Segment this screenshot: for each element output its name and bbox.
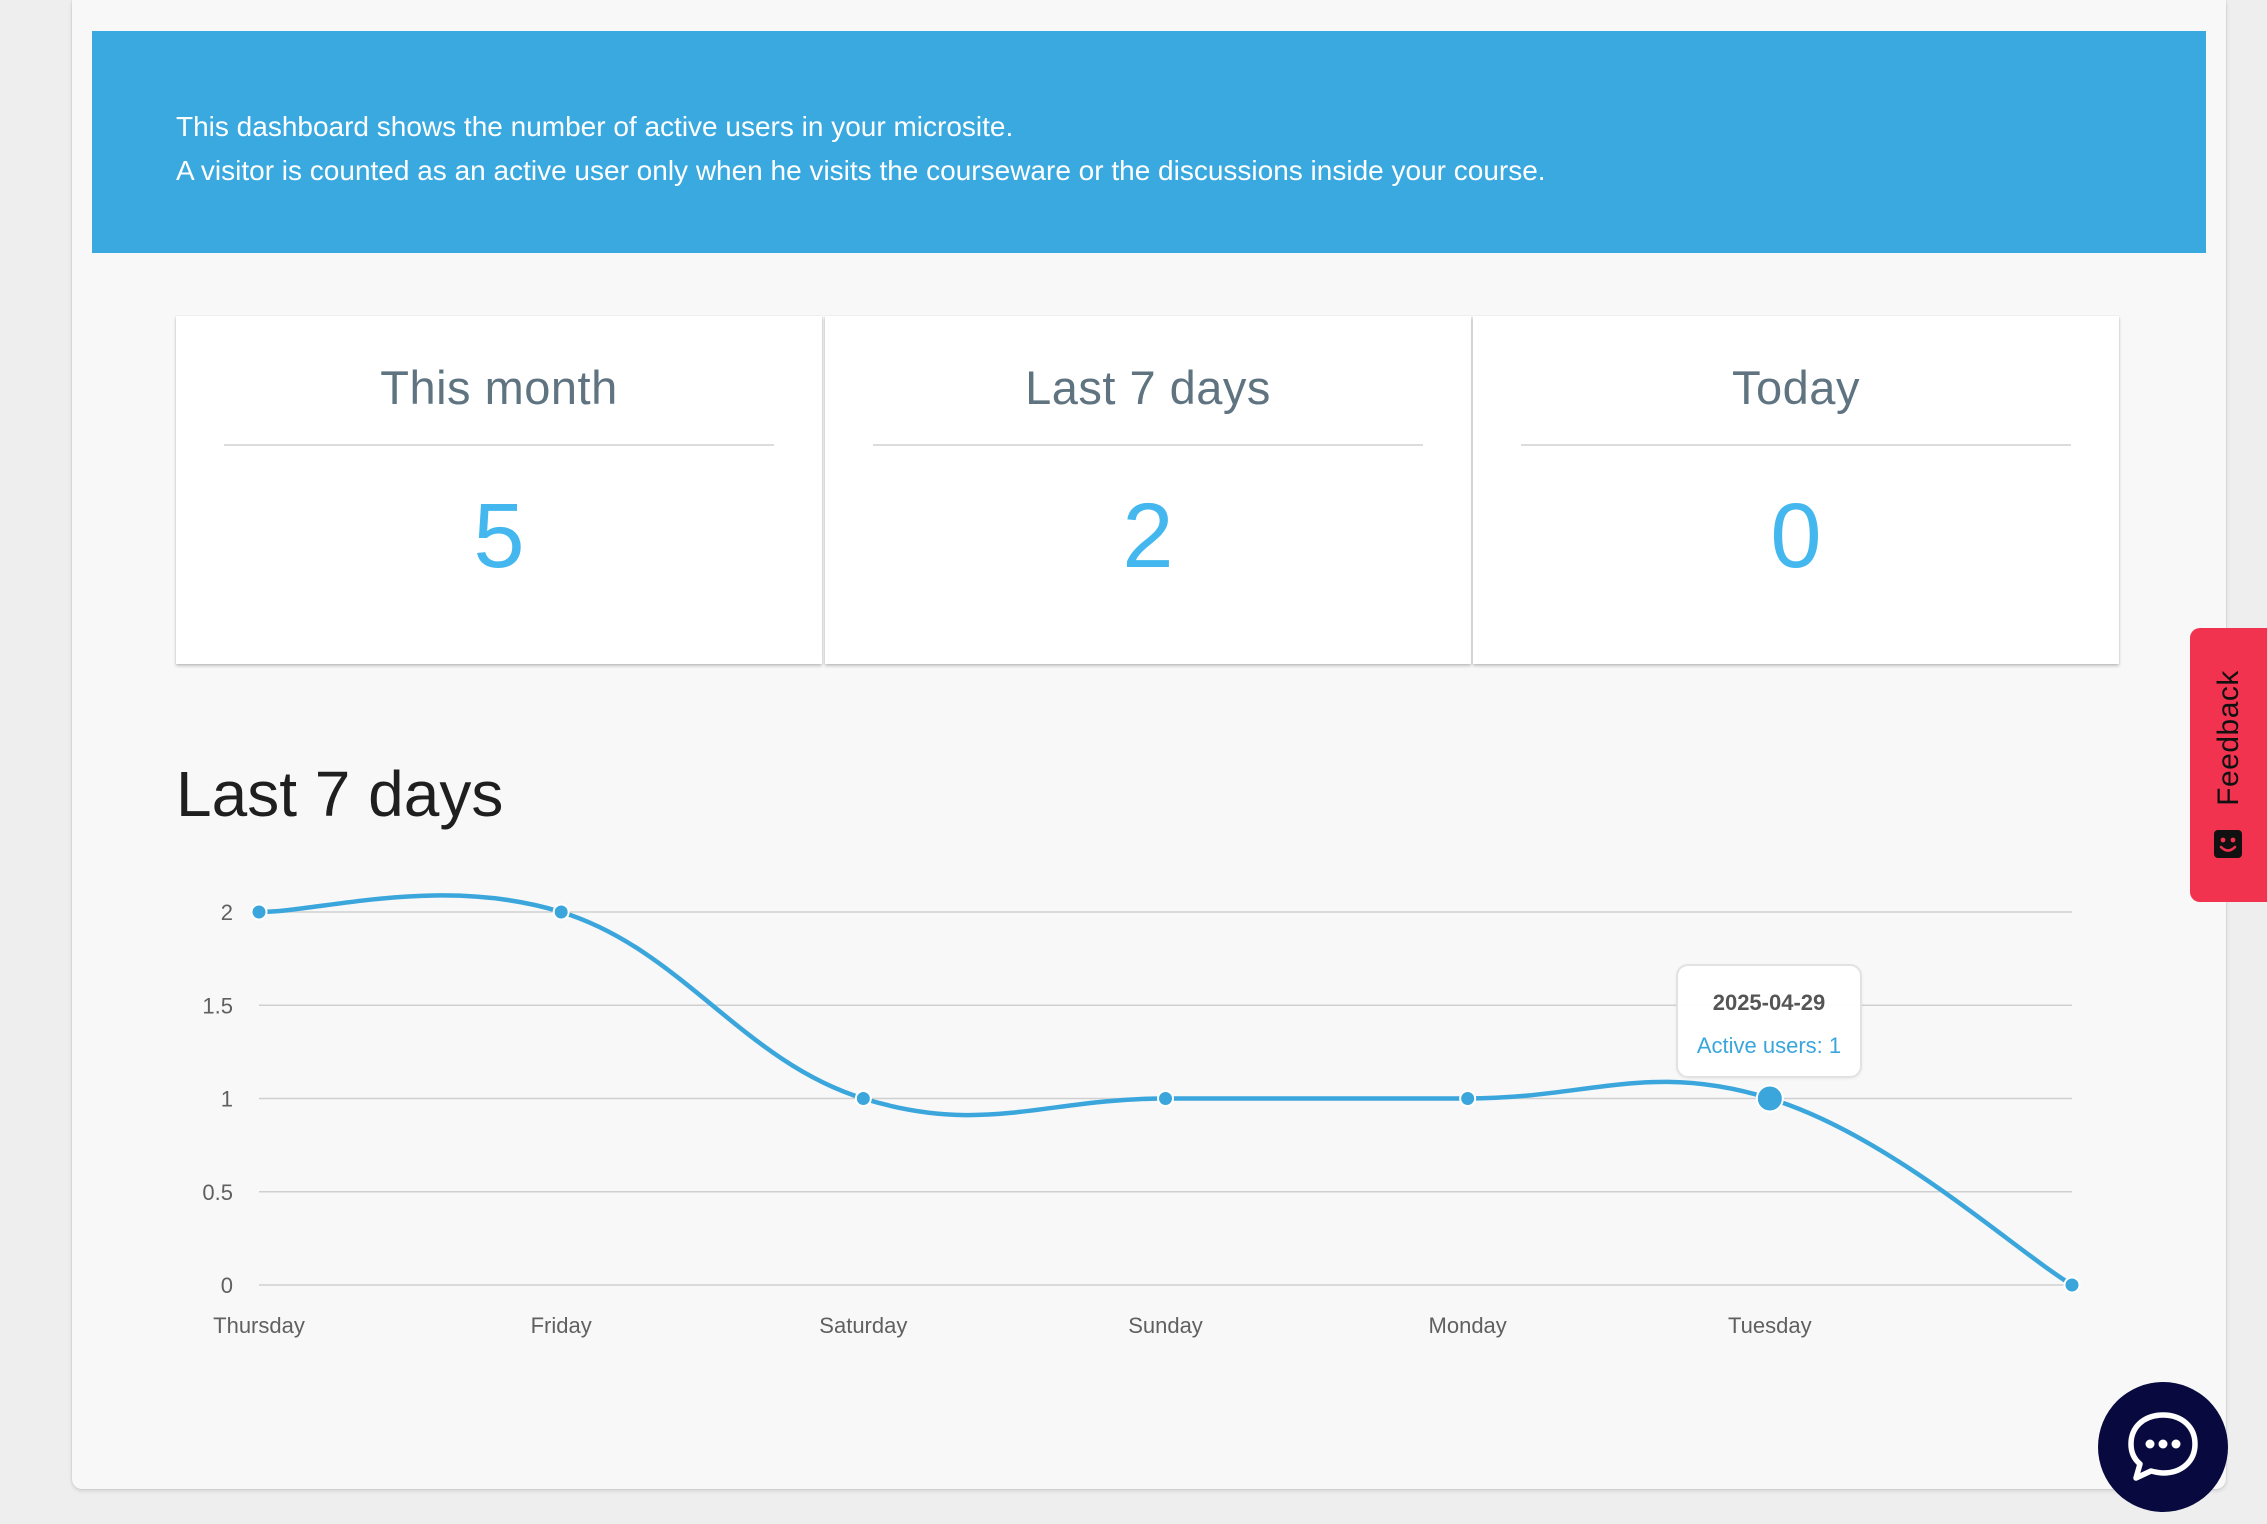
x-tick-label: Tuesday: [1728, 1313, 1812, 1338]
chart-tooltip: 2025-04-29 Active users: 1: [1676, 964, 1862, 1078]
chat-bubble-icon: [2128, 1412, 2198, 1481]
feedback-smile-icon: [2214, 830, 2242, 858]
x-tick-label: Sunday: [1128, 1313, 1203, 1338]
data-point[interactable]: [552, 903, 570, 921]
tooltip-date: 2025-04-29: [1712, 990, 1826, 1015]
data-point-highlighted[interactable]: [1755, 1084, 1784, 1113]
y-tick-label: 1: [221, 1087, 233, 1112]
x-tick-label: Monday: [1429, 1313, 1507, 1338]
chat-button[interactable]: [2098, 1382, 2228, 1512]
data-point[interactable]: [250, 903, 268, 921]
x-tick-label: Saturday: [819, 1313, 907, 1338]
x-tick-label: Thursday: [213, 1313, 305, 1338]
y-tick-label: 1.5: [202, 993, 233, 1018]
active-users-line-chart[interactable]: 0 0.5 1 1.5 2 Thursday Friday Saturday Sunday Mon…: [0, 0, 2267, 1400]
y-tick-label: 2: [221, 900, 233, 925]
feedback-tab[interactable]: Feedback: [2190, 628, 2267, 902]
data-point[interactable]: [854, 1090, 872, 1107]
tooltip-value: Active users: 1: [1696, 1033, 1842, 1058]
y-tick-label: 0.5: [202, 1180, 233, 1205]
x-tick-label: Friday: [531, 1313, 592, 1338]
data-point[interactable]: [1157, 1090, 1174, 1107]
feedback-label: Feedback: [2211, 670, 2245, 806]
data-point[interactable]: [1459, 1090, 1477, 1107]
y-tick-label: 0: [221, 1273, 233, 1298]
data-point[interactable]: [2063, 1276, 2081, 1294]
